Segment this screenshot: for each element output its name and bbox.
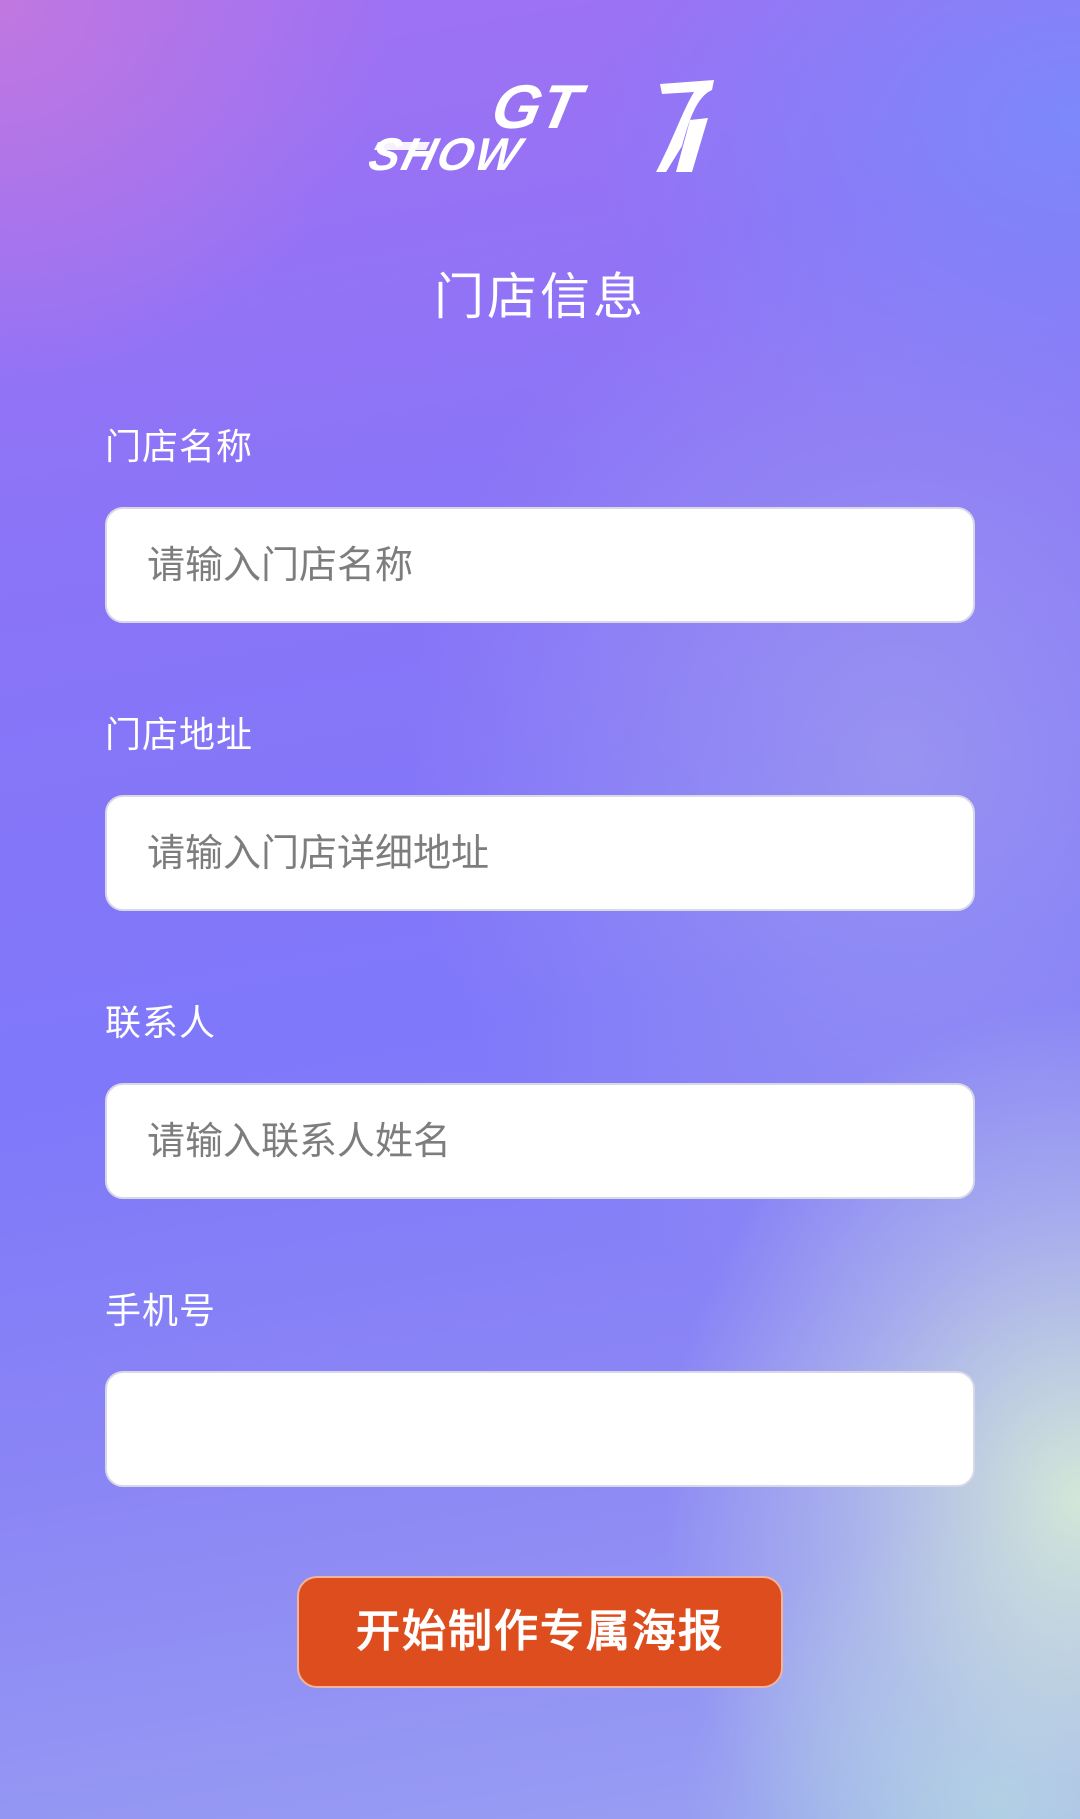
contact-label: 联系人 xyxy=(105,1003,217,1044)
contact-name-input[interactable] xyxy=(105,1083,975,1199)
phone-label: 手机号 xyxy=(105,1291,217,1332)
create-poster-button[interactable]: 开始制作专属海报 xyxy=(297,1576,783,1688)
phone-input[interactable] xyxy=(105,1371,975,1487)
page-title: 门店信息 xyxy=(434,268,646,326)
gt-show-logo-icon: GT SHOW xyxy=(364,73,714,180)
store-address-label: 门店地址 xyxy=(105,715,254,756)
logo-text-show: SHOW xyxy=(364,129,530,180)
gt-show-logo: GT SHOW xyxy=(360,73,720,186)
store-address-input[interactable] xyxy=(105,795,975,911)
store-name-input[interactable] xyxy=(105,507,975,623)
store-name-label: 门店名称 xyxy=(105,427,254,468)
